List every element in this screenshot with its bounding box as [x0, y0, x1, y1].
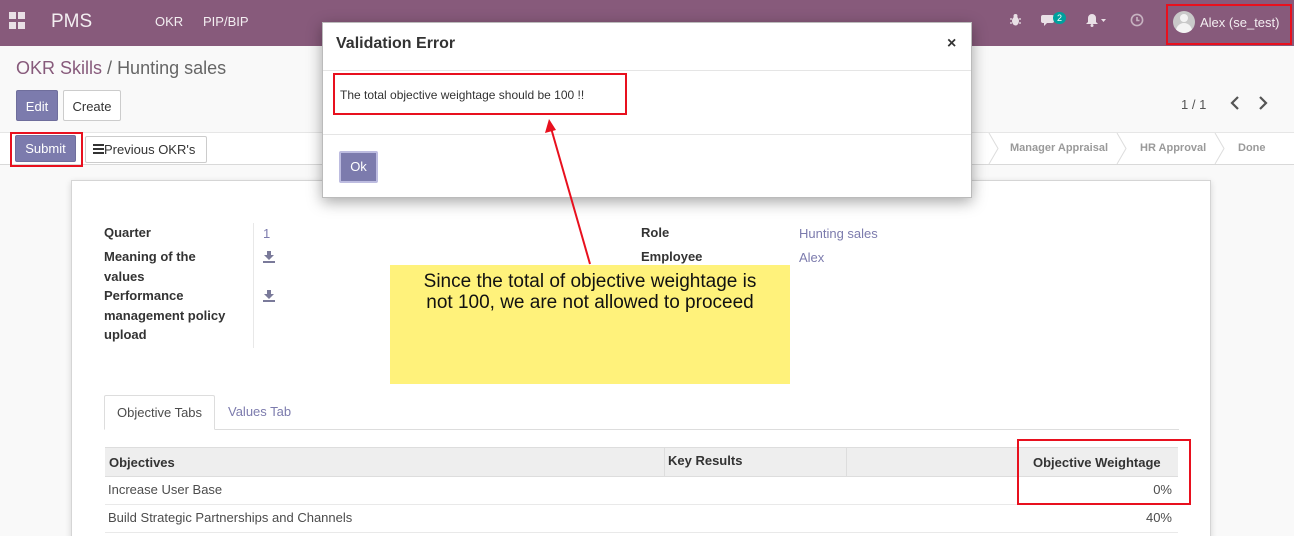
note-line-1: Since the total of objective weightage i… — [423, 271, 757, 292]
note-line-2: not 100, we are not allowed to proceed — [426, 292, 754, 313]
annotation-note: Since the total of objective weightage i… — [390, 265, 790, 384]
